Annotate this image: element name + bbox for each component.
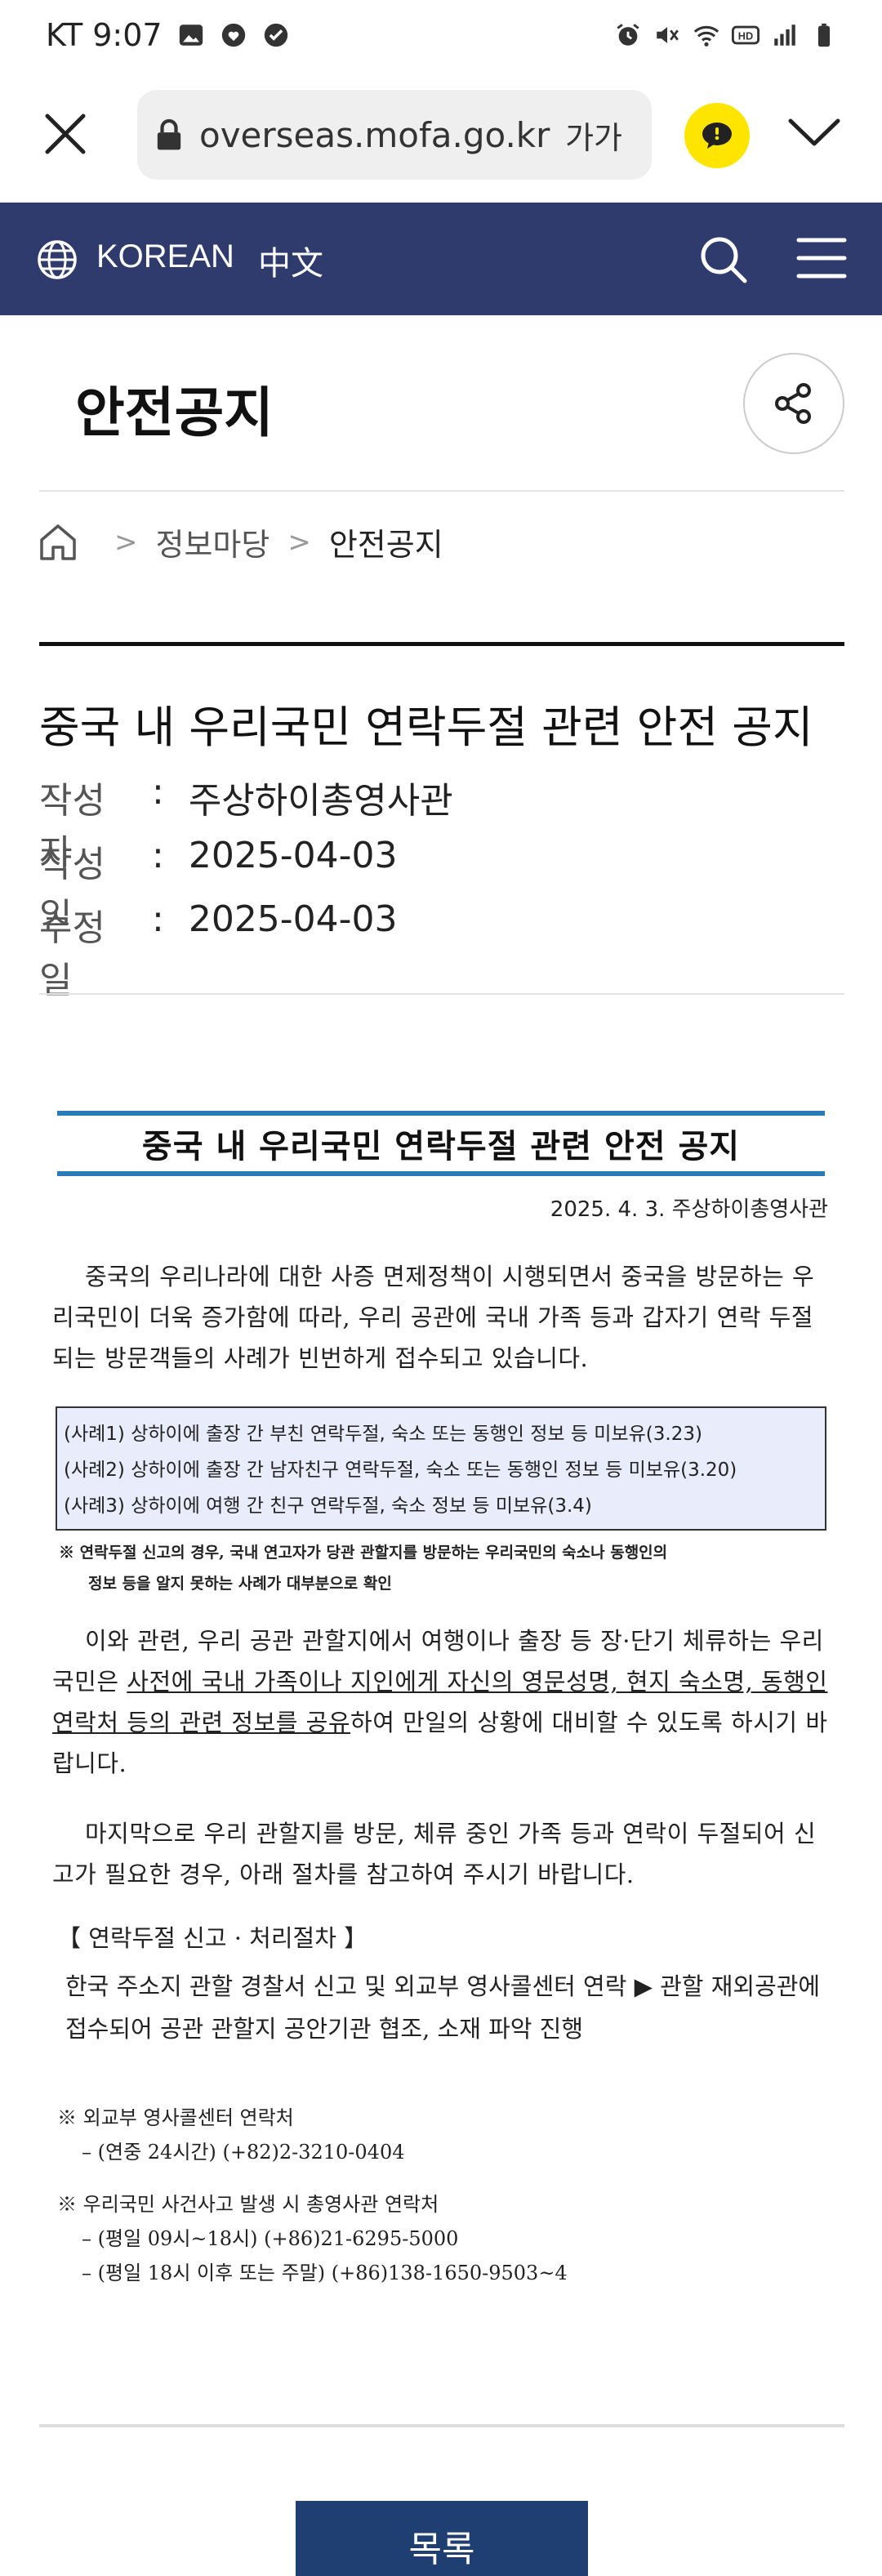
wifi-icon [693,25,719,47]
notice-paragraph-1: 중국의 우리나라에 대한 사증 면제정책이 시행되면서 중국을 방문하는 우리국… [52,1263,815,1372]
notice-date-line: 2025. 4. 3. 주상하이총영사관 [550,1197,828,1222]
page-title: 안전공지 [75,381,274,444]
browser-bar: overseas.mofa.go.kr 가가 [0,85,882,181]
notice-title-box: 중국 내 우리국민 연락두절 관련 안전 공지 [57,1111,825,1176]
talk-bubble-icon [702,123,732,149]
globe-icon [38,240,77,279]
contact-consulate: ※ 우리국민 사건사고 발생 시 총영사관 연락처 – (평일 09시~18시)… [57,2187,568,2290]
breadcrumb-item-current: 안전공지 [328,527,443,563]
battery-icon [817,23,831,47]
case-item: (사례3) 상하이에 여행 간 친구 연락두절, 숙소 정보 등 미보유(3.4… [64,1495,592,1517]
site-header: KOREAN 中文 [0,203,882,315]
breadcrumb-item-info[interactable]: 정보마당 [156,519,270,564]
meta-value: 2025-04-03 [188,898,398,940]
notice-paragraph-2: 이와 관련, 우리 공관 관할지에서 여행이나 출장 등 장·단기 체류하는 우… [52,1620,828,1784]
case-item: (사례2) 상하이에 출장 간 남자친구 연락두절, 숙소 또는 동행인 정보 … [64,1460,737,1481]
breadcrumb: > 정보마당 > 안전공지 [38,519,443,564]
search-icon[interactable] [697,234,750,286]
chevron-down-icon[interactable] [786,113,843,154]
contact-line: – (평일 18시 이후 또는 주말) (+86)138-1650-9503~4 [82,2262,568,2284]
close-icon[interactable] [41,109,90,158]
hamburger-menu-icon[interactable] [795,235,848,281]
lock-icon [157,118,181,150]
contact-line: – (평일 09시~18시) (+86)21-6295-5000 [82,2227,459,2250]
mute-icon [657,27,679,43]
note-line: ※ 연락두절 신고의 경우, 국내 연고자가 당관 관할지를 방문하는 우리국민… [59,1544,668,1562]
meta-label: 수정일 [39,907,105,1001]
lang-korean-link[interactable]: KOREAN [96,238,234,275]
font-size-button[interactable]: 가가 [565,113,622,158]
alarm-icon [617,24,639,46]
article-title: 중국 내 우리국민 연락두절 관련 안전 공지 [39,702,813,753]
heart-badge-icon [221,23,245,47]
check-circle-icon [264,23,287,47]
meta-row-modified: 수정일 : 2025-04-03 [39,898,398,1001]
carrier-time: KT 9:07 [46,17,163,53]
contact-callcenter: ※ 외교부 영사콜센터 연락처 – (연중 24시간) (+82)2-3210-… [57,2101,405,2169]
status-right: HD [614,21,838,49]
contact-title: ※ 우리국민 사건사고 발생 시 총영사관 연락처 [57,2193,439,2216]
procedure-title: 【 연락두절 신고 · 처리절차 】 [57,1924,368,1952]
contact-title: ※ 외교부 영사콜센터 연락처 [57,2106,294,2129]
url-text: overseas.mofa.go.kr [199,114,550,155]
title-divider [39,490,844,492]
list-button[interactable]: 목록 [296,2501,588,2576]
notice-paragraph-3: 마지막으로 우리 관할지를 방문, 체류 중인 가족 등과 연락이 두절되어 신… [52,1820,817,1888]
case-item: (사례1) 상하이에 출장 간 부친 연락두절, 숙소 또는 동행인 정보 등 … [64,1424,702,1445]
breadcrumb-separator: > [114,525,138,559]
url-bar[interactable]: overseas.mofa.go.kr 가가 [137,90,652,180]
talk-bubble-button[interactable] [684,103,750,168]
case-box: (사례1) 상하이에 출장 간 부친 연락두절, 숙소 또는 동행인 정보 등 … [56,1406,826,1531]
hd-icon: HD [732,25,760,45]
status-left: KT 9:07 [46,17,290,53]
notice-title: 중국 내 우리국민 연락두절 관련 안전 공지 [141,1128,741,1165]
breadcrumb-separator: > [287,525,311,559]
signal-icon [774,25,795,46]
procedure-body: 한국 주소지 관할 경찰서 신고 및 외교부 영사콜센터 연락 ▶ 관할 재외공… [65,1972,821,2043]
lang-chinese-link[interactable]: 中文 [258,237,323,284]
svg-text:HD: HD [738,30,753,42]
share-icon [775,383,811,424]
home-icon[interactable] [38,522,78,563]
notice-note: ※ 연락두절 신고의 경우, 국내 연고자가 당관 관할지를 방문하는 우리국민… [59,1537,826,1599]
meta-divider [39,993,844,995]
status-bar: KT 9:07 HD [0,0,882,70]
content-bottom-divider [39,2424,844,2427]
article-top-divider [39,642,844,646]
gallery-icon [179,25,203,46]
share-button[interactable] [743,353,844,454]
contact-line: – (연중 24시간) (+82)2-3210-0404 [82,2141,405,2164]
note-line: 정보 등을 알지 못하는 사례가 대부분으로 확인 [88,1575,392,1593]
